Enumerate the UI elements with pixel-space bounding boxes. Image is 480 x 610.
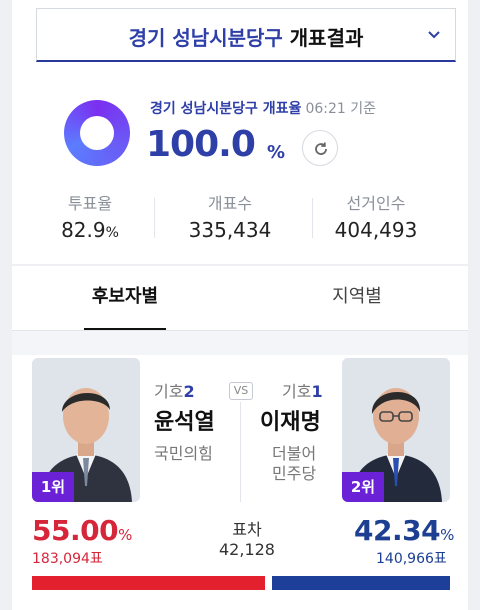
vote-margin: 표차 42,128 (202, 520, 292, 560)
candidate-symbol-left: 기호2 (154, 382, 195, 401)
stat-label: 선거인수 (346, 194, 406, 213)
rank-badge: 2위 (342, 472, 384, 502)
chevron-down-icon[interactable] (427, 28, 441, 42)
stat-value: 335,434 (188, 218, 272, 242)
candidate-symbol-right: 기호1 (282, 382, 323, 401)
vote-share-bar-right (272, 576, 450, 590)
count-percent-unit: % (267, 142, 286, 163)
tab-by-candidate[interactable]: 후보자별 (84, 282, 166, 308)
stat-label: 개표수 (207, 194, 253, 213)
vote-percent-left: 55.00% (32, 514, 132, 547)
refresh-icon (315, 142, 327, 155)
vote-percent-right: 42.34% (354, 514, 454, 547)
count-progress-ring (64, 100, 130, 166)
count-time: 06:21 기준 (305, 101, 376, 117)
region-suffix: 개표결과 (289, 26, 364, 50)
candidate-photo-lee[interactable]: 2위 (342, 358, 450, 502)
election-panel: 경기 성남시분당구 개표결과 경기 성남시분당구 개표율 06:21 기준 100… (12, 0, 468, 610)
region-name: 경기 성남시분당구 (128, 26, 283, 50)
vs-badge: VS (229, 382, 253, 400)
vote-count-right: 140,966표 (376, 551, 447, 567)
vote-share-bar-left (32, 576, 265, 590)
region-title: 경기 성남시분당구 개표결과 (37, 22, 455, 51)
rank-badge: 1위 (32, 472, 74, 502)
stat-divider (312, 198, 313, 238)
stat-value: 82.9% (61, 218, 119, 242)
center-divider (240, 402, 241, 502)
stat-counted: 개표수 335,434 (170, 190, 290, 242)
stat-turnout: 투표율 82.9% (30, 190, 150, 242)
count-label-text: 경기 성남시분당구 개표율 (150, 101, 302, 117)
section-gap (12, 331, 468, 355)
stat-divider (154, 198, 155, 238)
refresh-button[interactable] (302, 130, 338, 166)
vote-margin-label: 표차 (232, 520, 262, 539)
candidate-photo-yoon[interactable]: 1위 (32, 358, 140, 502)
stat-label: 투표율 (67, 194, 113, 213)
candidate-name-left[interactable]: 윤석열 (154, 404, 215, 436)
candidate-party-left: 국민의힘 (154, 444, 213, 463)
vote-count-left: 183,094표 (32, 551, 103, 567)
candidate-name-right[interactable]: 이재명 (260, 404, 321, 436)
count-label: 경기 성남시분당구 개표율 06:21 기준 (150, 98, 376, 118)
stat-electorate: 선거인수 404,493 (316, 190, 436, 242)
tab-by-region[interactable]: 지역별 (312, 282, 402, 308)
candidate-party-right-line2: 민주당 (272, 464, 317, 483)
stat-value: 404,493 (334, 218, 418, 242)
section-divider (12, 264, 468, 266)
vote-margin-value: 42,128 (219, 540, 275, 559)
count-percent: 100.0 (146, 124, 256, 165)
region-dropdown[interactable]: 경기 성남시분당구 개표결과 (36, 8, 456, 62)
